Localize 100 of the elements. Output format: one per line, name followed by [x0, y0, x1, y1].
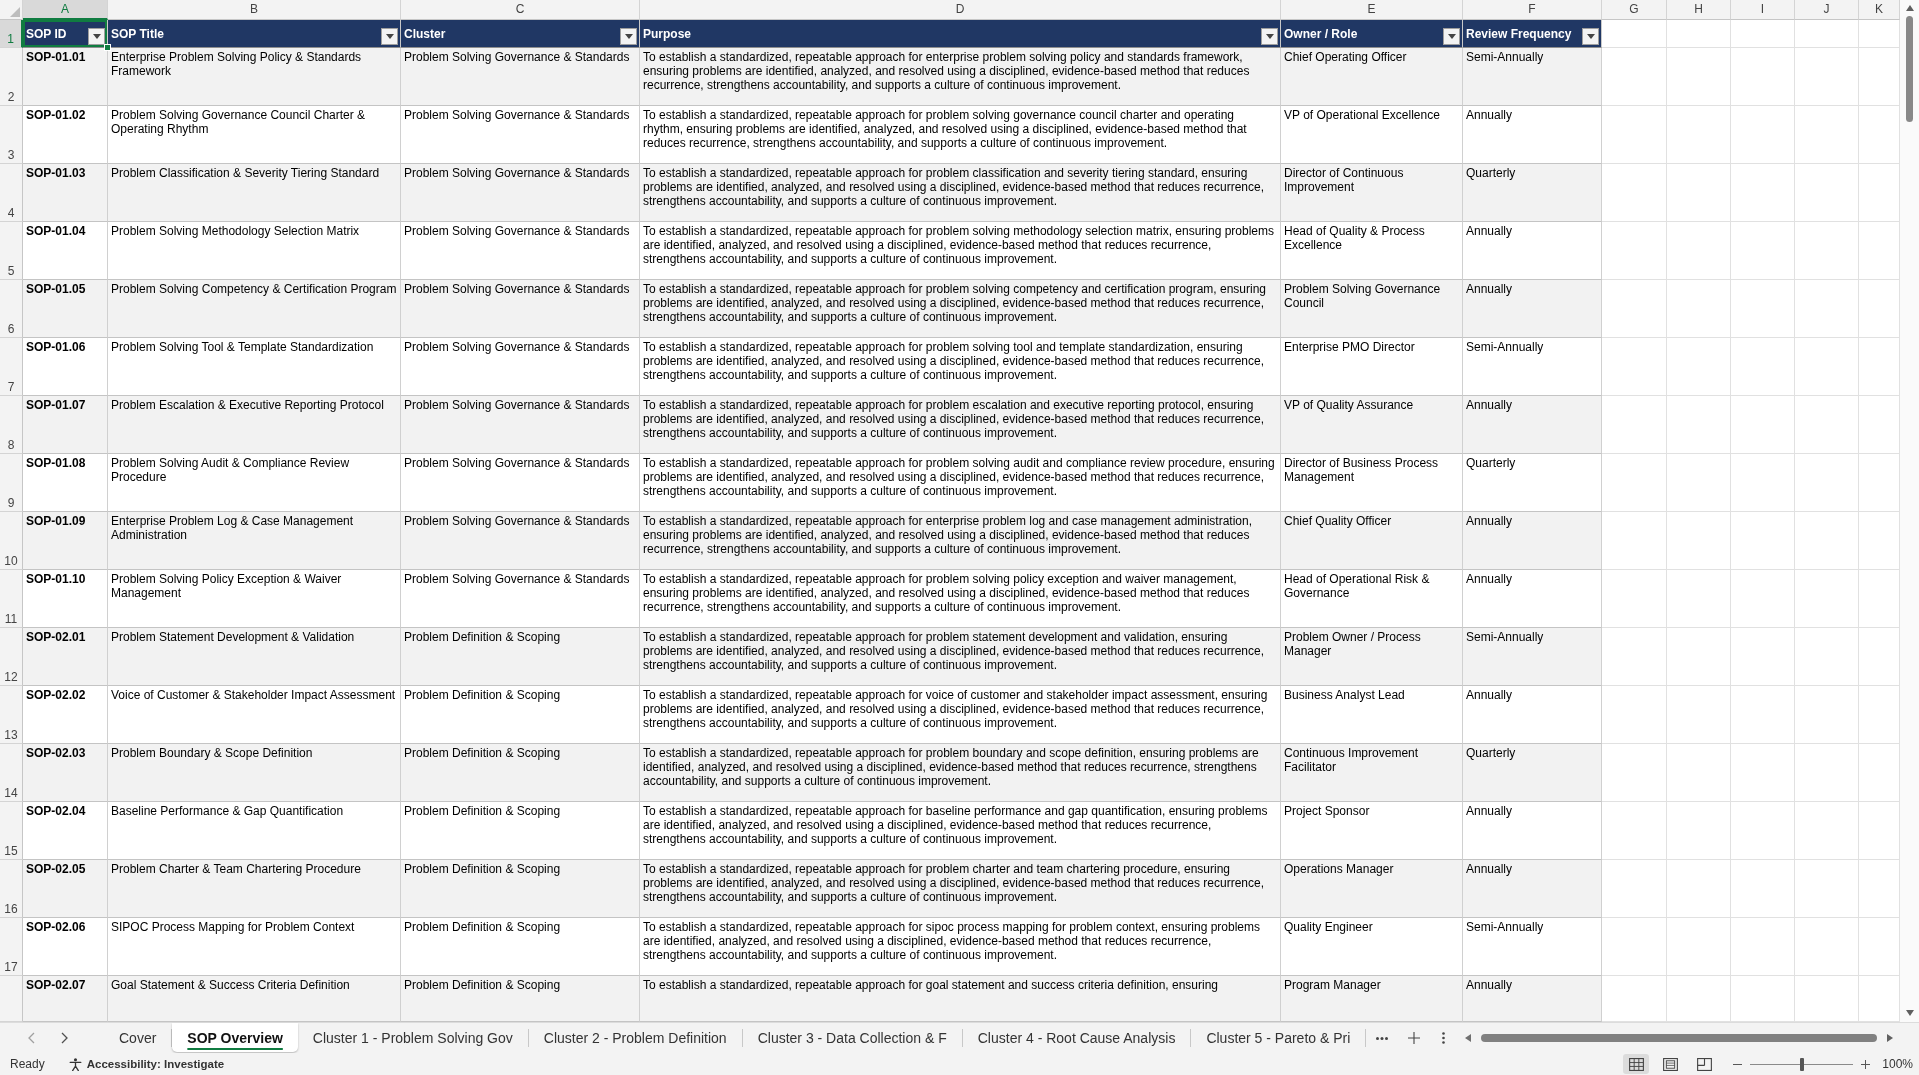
table-cell: SOP-02.03: [23, 744, 108, 802]
zoom-slider-thumb[interactable]: [1799, 1057, 1804, 1071]
table-cell: Problem Solving Governance & Standards: [401, 222, 640, 280]
caret-down-icon: [92, 34, 101, 39]
table-cell: To establish a standardized, repeatable approach for problem boundary and scope definition, ensuring problems are identified, analyzed, and resolved using a disciplined, evidence-based method that reduces recurrence, strengthens accountability, and supports a culture of continuous improvement.: [640, 744, 1281, 802]
table-cell: Head of Quality & Process Excellence: [1281, 222, 1463, 280]
table-cell: Problem Definition & Scoping: [401, 744, 640, 802]
filter-button[interactable]: [1443, 28, 1460, 45]
table-cell: Problem Solving Governance & Standards: [401, 454, 640, 512]
scroll-right-arrow-icon[interactable]: [1887, 1034, 1893, 1042]
row-header[interactable]: 2: [0, 48, 23, 106]
row-header[interactable]: 15: [0, 802, 23, 860]
chevron-right-icon[interactable]: [61, 1032, 68, 1044]
row-header[interactable]: 14: [0, 744, 23, 802]
table-cell: SIPOC Process Mapping for Problem Context: [108, 918, 401, 976]
add-sheet-plus-icon[interactable]: [1408, 1032, 1421, 1044]
table-cell: Quality Engineer: [1281, 918, 1463, 976]
table-cell: Problem Solving Governance & Standards: [401, 570, 640, 628]
row-header[interactable]: 4: [0, 164, 23, 222]
table-cell: SOP-02.04: [23, 802, 108, 860]
sheet-tab[interactable]: SOP Overview: [172, 1023, 298, 1052]
table-cell: Annually: [1463, 860, 1602, 918]
table-cell: Problem Charter & Team Chartering Procedure: [108, 860, 401, 918]
table-cell: Chief Operating Officer: [1281, 48, 1463, 106]
table-cell: Program Manager: [1281, 976, 1463, 1022]
row-header[interactable]: 8: [0, 396, 23, 454]
sheet-tab[interactable]: Cluster 4 - Root Cause Analysis: [962, 1029, 1192, 1047]
table-cell: Annually: [1463, 396, 1602, 454]
filter-button[interactable]: [1261, 28, 1278, 45]
row-header[interactable]: 10: [0, 512, 23, 570]
row-header[interactable]: 7: [0, 338, 23, 396]
table-cell: Problem Definition & Scoping: [401, 860, 640, 918]
table-cell: Problem Solving Governance & Standards: [401, 106, 640, 164]
row-header[interactable]: 12: [0, 628, 23, 686]
zoom-percentage[interactable]: 100%: [1882, 1057, 1913, 1071]
table-cell: Problem Solving Governance Council: [1281, 280, 1463, 338]
table-cell: Annually: [1463, 976, 1602, 1022]
column-header[interactable]: A: [23, 0, 108, 20]
scroll-down-arrow-icon[interactable]: [1905, 1010, 1914, 1016]
zoom-in-icon[interactable]: [1861, 1059, 1871, 1069]
row-header[interactable]: 11: [0, 570, 23, 628]
sheet-tab[interactable]: Cluster 1 - Problem Solving Gov: [297, 1029, 529, 1047]
filter-button[interactable]: [88, 28, 105, 45]
table-cell: Quarterly: [1463, 164, 1602, 222]
row-header[interactable]: 3: [0, 106, 23, 164]
table-cell: Director of Business Process Management: [1281, 454, 1463, 512]
table-cell: Problem Solving Governance & Standards: [401, 396, 640, 454]
scroll-up-arrow-icon[interactable]: [1905, 5, 1914, 11]
table-cell: SOP-01.04: [23, 222, 108, 280]
row-header[interactable]: 6: [0, 280, 23, 338]
table-cell: Annually: [1463, 802, 1602, 860]
normal-view-button[interactable]: [1623, 1054, 1650, 1074]
row-header[interactable]: 9: [0, 454, 23, 512]
sheet-tab[interactable]: Cluster 3 - Data Collection & F: [742, 1029, 963, 1047]
table-cell: Quarterly: [1463, 744, 1602, 802]
filter-button[interactable]: [620, 28, 637, 45]
sheet-tab[interactable]: Cluster 5 - Pareto & Pri: [1191, 1029, 1367, 1047]
column-title: Cluster: [404, 26, 447, 41]
table-cell: SOP-02.06: [23, 918, 108, 976]
caret-down-icon: [385, 34, 394, 39]
table-cell: Problem Classification & Severity Tiering Standard: [108, 164, 401, 222]
table-cell: SOP-02.02: [23, 686, 108, 744]
row-header[interactable]: 17: [0, 918, 23, 976]
table-cell: Annually: [1463, 222, 1602, 280]
scrollbar-thumb[interactable]: [1906, 16, 1913, 122]
table-cell: Goal Statement & Success Criteria Definition: [108, 976, 401, 1022]
table-cell: Problem Solving Policy Exception & Waiver Management: [108, 570, 401, 628]
table-cell: To establish a standardized, repeatable approach for sipoc process mapping for problem context, ensuring problems are identified, analyzed, and resolved using a disciplined, evidence-based method that reduces recurrence, strengthens accountability, and supports a culture of continuous improvement.: [640, 918, 1281, 976]
scrollbar-thumb[interactable]: [1481, 1034, 1877, 1042]
table-cell: SOP-01.06: [23, 338, 108, 396]
column-title: SOP ID: [26, 26, 68, 41]
accessibility-status[interactable]: Accessibility: Investigate: [86, 1058, 225, 1070]
table-cell: Enterprise PMO Director: [1281, 338, 1463, 396]
scroll-left-arrow-icon[interactable]: [1465, 1034, 1472, 1042]
table-cell: Semi-Annually: [1463, 918, 1602, 976]
filter-button[interactable]: [1582, 28, 1599, 45]
table-cell: Business Analyst Lead: [1281, 686, 1463, 744]
row-header[interactable]: 5: [0, 222, 23, 280]
table-cell: Enterprise Problem Log & Case Management Administration: [108, 512, 401, 570]
caret-down-icon: [624, 34, 633, 39]
accessibility-person-icon[interactable]: [68, 1057, 82, 1071]
fill-handle-icon[interactable]: [104, 44, 111, 51]
table-cell: SOP-01.07: [23, 396, 108, 454]
filter-button[interactable]: [381, 28, 398, 45]
row-header[interactable]: 13: [0, 686, 23, 744]
table-cell: Annually: [1463, 570, 1602, 628]
page-layout-icon: [1662, 1057, 1678, 1071]
row-header[interactable]: 16: [0, 860, 23, 918]
column-title: Owner / Role: [1284, 26, 1359, 41]
table-cell: Enterprise Problem Solving Policy & Standards Framework: [108, 48, 401, 106]
table-cell: SOP-02.01: [23, 628, 108, 686]
more-icon[interactable]: [1376, 1036, 1389, 1040]
table-cell: Annually: [1463, 686, 1602, 744]
table-cell: Problem Solving Governance & Standards: [401, 280, 640, 338]
table-cell: SOP-01.05: [23, 280, 108, 338]
row-header[interactable]: 1: [0, 20, 23, 48]
vertical-dots-icon[interactable]: [1442, 1032, 1446, 1044]
table-cell: Project Sponsor: [1281, 802, 1463, 860]
table-cell: Operations Manager: [1281, 860, 1463, 918]
sheet-tab[interactable]: Cluster 2 - Problem Definition: [528, 1029, 743, 1047]
